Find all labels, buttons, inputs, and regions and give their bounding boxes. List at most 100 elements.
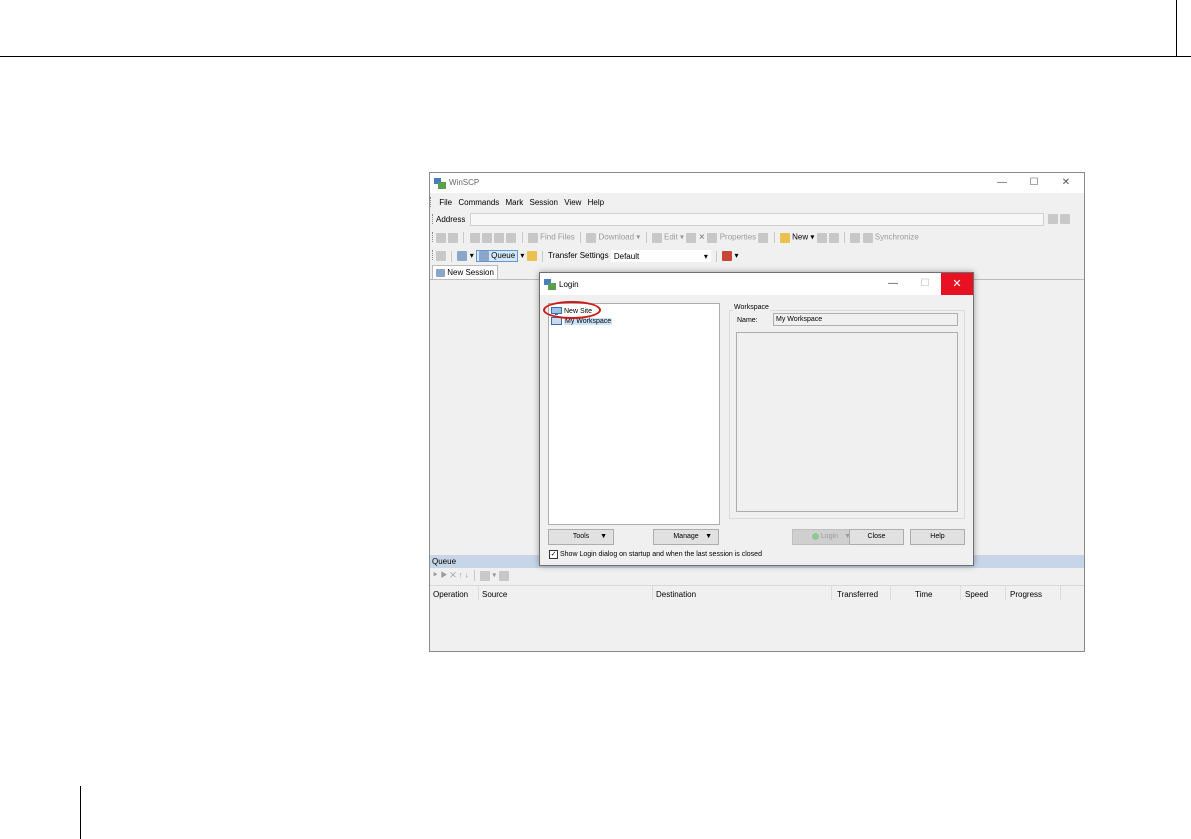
workspace-name-label: Name:	[737, 317, 758, 324]
login-close-button[interactable]: ✕	[941, 273, 973, 295]
queue-up-icon[interactable]: ↑	[458, 571, 462, 580]
queue-col-source[interactable]: Source	[482, 590, 507, 599]
command-toolbar: Find Files Download ▾ Edit ▾ ✕ Propertie…	[430, 229, 1084, 246]
download-icon	[586, 232, 597, 243]
tab-new-session-label: New Session	[447, 268, 494, 277]
queue-col-time[interactable]: Time	[915, 590, 932, 599]
workspace-details-area	[736, 332, 958, 512]
find-files-button[interactable]: Find Files	[540, 233, 575, 242]
minimize-button[interactable]: —	[986, 173, 1018, 193]
startup-checkbox[interactable]: ✓	[549, 550, 558, 559]
queue-col-speed[interactable]: Speed	[965, 590, 988, 599]
move-icon[interactable]	[686, 232, 697, 243]
tab-new-session[interactable]: New Session	[432, 265, 498, 279]
queue-play-icon[interactable]: ▶	[441, 571, 448, 580]
synchronize-button[interactable]: Synchronize	[875, 233, 919, 242]
queue-button-label: Queue	[491, 251, 516, 261]
synchronize-icon	[862, 232, 873, 243]
terminal-icon[interactable]	[816, 232, 827, 243]
document-page: WinSCP — ☐ ✕ File Commands Mark Session …	[0, 0, 1191, 839]
startup-checkbox-label[interactable]: Show Login dialog on startup and when th…	[560, 551, 762, 558]
queue-col-progress[interactable]: Progress	[1010, 590, 1042, 599]
find-files-icon	[527, 232, 538, 243]
main-window-title: WinSCP	[449, 178, 480, 187]
toolbar-grip-handle[interactable]	[432, 232, 434, 242]
menu-session[interactable]: Session	[528, 196, 560, 209]
transfer-settings-select[interactable]: Default ▾	[610, 250, 711, 262]
address-grip-handle[interactable]	[432, 214, 434, 224]
queue-col-operation[interactable]: Operation	[433, 590, 468, 599]
main-titlebar: WinSCP — ☐ ✕	[430, 173, 1084, 193]
menu-commands[interactable]: Commands	[456, 196, 501, 209]
help-button[interactable]: Help	[910, 529, 965, 545]
tools-button-label: Tools	[572, 533, 590, 540]
queue-execute-icon[interactable]: ⯈	[432, 571, 438, 580]
queue-toolbar: ▾ Queue ▾ Transfer Settings Default ▾ ▾	[430, 247, 1084, 264]
queue-icon	[478, 251, 489, 261]
queue-col-destination[interactable]: Destination	[656, 590, 696, 599]
menu-help[interactable]: Help	[586, 196, 606, 209]
chevron-down-icon: ▾	[703, 252, 708, 261]
tools-button[interactable]: Tools ▼	[548, 529, 614, 545]
queue-col-transferred[interactable]: Transferred	[837, 590, 878, 599]
manage-button[interactable]: Manage ▼	[653, 529, 719, 545]
delete-icon[interactable]: ✕	[699, 233, 706, 242]
address-input[interactable]	[470, 213, 1044, 226]
winscp-app-icon	[434, 178, 446, 191]
download-button[interactable]: Download	[599, 233, 635, 242]
properties-button[interactable]: Properties	[720, 233, 756, 242]
queue-list[interactable]: Operation Source Destination Transferred…	[430, 585, 1084, 651]
preferences-gear-icon[interactable]	[436, 251, 446, 261]
address-nav-icons[interactable]	[1048, 214, 1071, 225]
parent-dir-icon[interactable]	[469, 232, 480, 243]
back-icon[interactable]	[436, 232, 446, 243]
menu-grip-handle[interactable]	[430, 197, 435, 207]
rename-icon[interactable]	[758, 232, 769, 243]
login-app-icon	[544, 279, 556, 292]
login-dialog-title: Login	[559, 280, 579, 289]
page-top-rule	[0, 56, 1191, 57]
login-minimize-button[interactable]: —	[877, 273, 909, 295]
queue-toolbar-grip[interactable]	[432, 250, 434, 260]
maximize-button[interactable]: ☐	[1018, 173, 1050, 193]
session-layout-icon[interactable]	[457, 251, 468, 261]
compare-icon[interactable]	[850, 232, 861, 243]
login-button-label: Login	[820, 533, 839, 540]
transfer-icon[interactable]	[828, 232, 839, 243]
login-dialog: Login — ☐ ✕ New Site My Workspace Worksp…	[539, 272, 974, 566]
queue-delete-icon[interactable]: ✕	[450, 571, 456, 580]
refresh-icon[interactable]	[506, 232, 517, 243]
root-dir-icon[interactable]	[481, 232, 492, 243]
dropdown-arrow-icon: ▼	[705, 533, 712, 540]
site-tree[interactable]: New Site My Workspace	[548, 303, 720, 525]
edit-button[interactable]: Edit	[664, 233, 678, 242]
new-button[interactable]: New	[792, 233, 808, 242]
menu-file[interactable]: File	[437, 196, 454, 209]
login-titlebar: Login — ☐ ✕	[540, 273, 973, 295]
forward-icon[interactable]	[448, 232, 459, 243]
close-dialog-button[interactable]: Close	[849, 529, 904, 545]
queue-gear-icon[interactable]	[498, 570, 509, 581]
workspace-name-field[interactable]: My Workspace	[773, 313, 958, 326]
home-icon[interactable]	[494, 232, 505, 243]
edit-icon	[651, 232, 662, 243]
queue-button[interactable]: Queue	[475, 250, 519, 262]
monitor-icon	[436, 268, 445, 277]
close-button[interactable]: ✕	[1050, 173, 1082, 193]
page-left-rule	[80, 786, 81, 839]
queue-settings-icon[interactable]	[480, 570, 491, 581]
queue-options-icon[interactable]	[526, 251, 537, 261]
page-right-rule	[1176, 0, 1177, 57]
transfer-settings-label: Transfer Settings	[547, 251, 609, 261]
queue-panel-toolbar: ⯈ ▶ ✕ ↑ ↓ ▾	[430, 569, 1084, 583]
site-tree-item-my-workspace[interactable]: My Workspace	[551, 317, 613, 327]
transfer-settings-value: Default	[613, 252, 640, 261]
queue-down-icon[interactable]: ↓	[465, 571, 469, 580]
manage-button-label: Manage	[673, 533, 699, 540]
dropdown-arrow-icon: ▼	[600, 533, 607, 540]
menu-view[interactable]: View	[562, 196, 583, 209]
address-label: Address	[436, 215, 466, 224]
menu-mark[interactable]: Mark	[504, 196, 526, 209]
transfer-presets-icon[interactable]	[722, 251, 733, 261]
login-maximize-button: ☐	[920, 278, 930, 289]
